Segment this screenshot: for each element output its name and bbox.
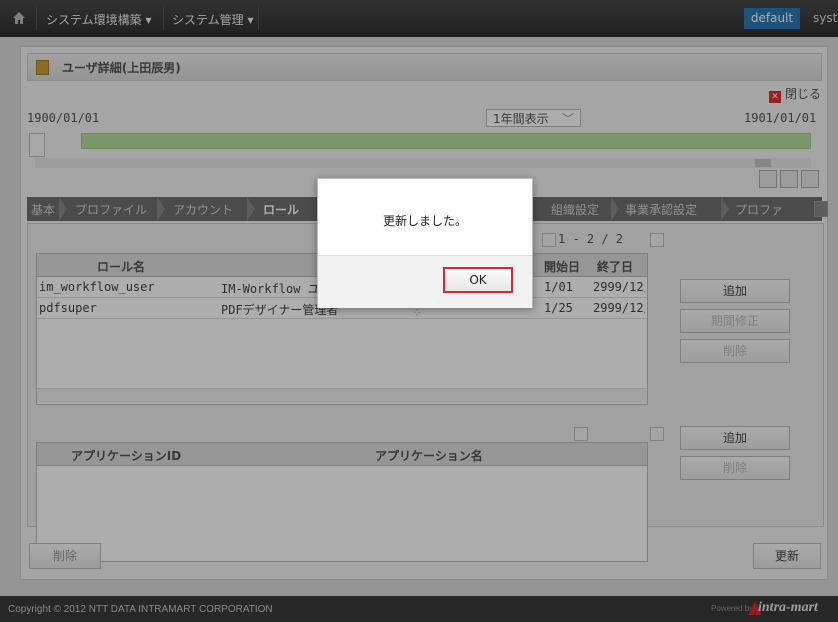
loading-spinner-icon: ⁘	[412, 306, 423, 320]
dialog-message: 更新しました。	[382, 214, 467, 228]
ok-button[interactable]: OK	[443, 267, 513, 293]
update-complete-dialog: 更新しました。 OK	[317, 178, 533, 308]
dialog-footer: OK	[318, 255, 532, 308]
